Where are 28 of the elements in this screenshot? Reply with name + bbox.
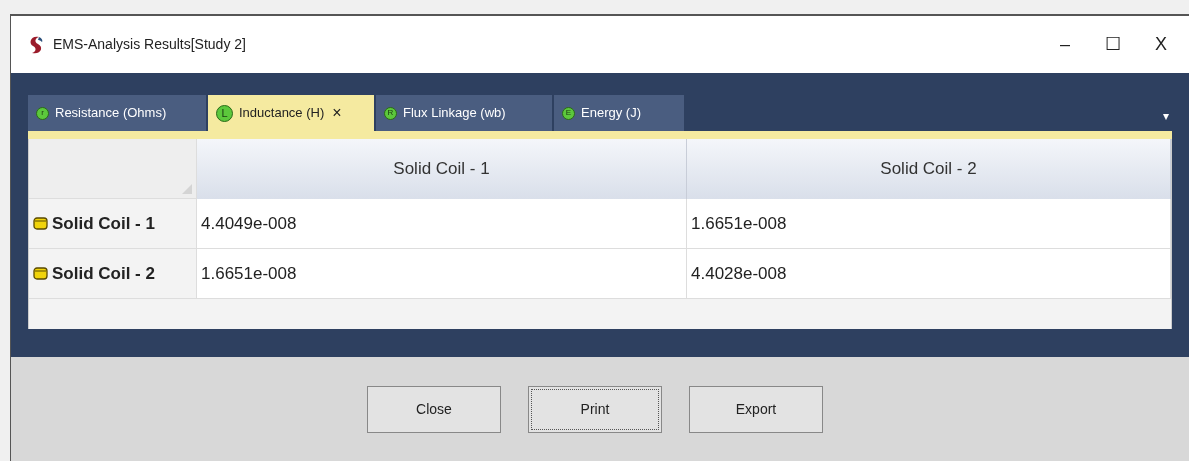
column-header: Solid Coil - 1 [197,139,687,199]
coil-icon [33,216,48,231]
resize-corner-icon [182,184,192,194]
table-cell-text: 4.4049e-008 [201,212,297,235]
dialog-button[interactable]: Close [367,385,501,433]
tab-close-button[interactable]: × [332,101,342,125]
coil-icon [33,266,48,281]
tab-badge: r [36,106,49,120]
minimize-button[interactable]: – [1055,31,1075,58]
table-cell-text: 1.6651e-008 [691,212,787,235]
column-header: Solid Coil - 2 [687,139,1171,199]
dialog-button[interactable]: Export [689,385,823,433]
tab-badge: R [384,106,397,120]
dialog-button[interactable]: Print [528,385,662,433]
window-close-button[interactable]: X [1151,31,1171,58]
tab[interactable]: r Resistance (Ohms) [28,95,206,131]
tab[interactable]: E Energy (J) [554,95,684,131]
row-header: Solid Coil - 2 [52,262,155,285]
table-cell-text: 1.6651e-008 [201,262,297,285]
tab-badge: E [562,106,575,120]
tab[interactable]: L Inductance (H) × [208,95,374,131]
table-cell-text: 4.4028e-008 [691,262,787,285]
tab-menu-button[interactable]: ▾ [1163,107,1169,125]
tab-badge: L [216,104,233,122]
tab[interactable]: R Flux Linkage (wb) [376,95,552,131]
maximize-button[interactable]: ☐ [1103,31,1123,58]
row-header: Solid Coil - 1 [52,212,155,235]
window-title: EMS-Analysis Results[Study 2] [53,35,246,54]
